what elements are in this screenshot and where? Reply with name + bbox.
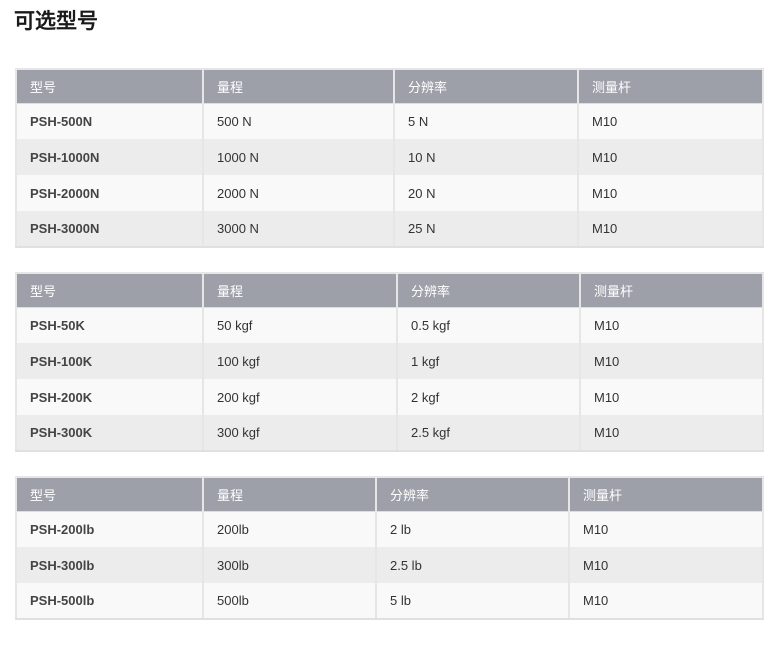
table-row: PSH-50K 50 kgf 0.5 kgf M10 xyxy=(15,307,764,343)
column-header: 测量杆 xyxy=(577,68,764,104)
spec-table-kgf: 型号 量程 分辨率 测量杆 PSH-50K 50 kgf 0.5 kgf M10 PSH-100… xyxy=(15,272,764,452)
table-row: PSH-200K 200 kgf 2 kgf M10 xyxy=(15,379,764,415)
column-header: 量程 xyxy=(202,68,395,104)
model-cell: PSH-300lb xyxy=(15,547,204,583)
table-cell: 2 lb xyxy=(375,511,570,547)
table-row: PSH-500N 500 N5 N M10 xyxy=(15,103,764,139)
column-header: 量程 xyxy=(202,476,377,512)
column-header: 测量杆 xyxy=(579,272,764,308)
model-cell: PSH-100K xyxy=(15,343,204,379)
table-cell: 300lb xyxy=(202,547,377,583)
model-cell: PSH-200lb xyxy=(15,511,204,547)
column-header: 型号 xyxy=(15,68,204,104)
model-cell: PSH-500lb xyxy=(15,583,204,620)
table-cell: 200 kgf xyxy=(202,379,398,415)
table-cell: 5 N xyxy=(393,103,579,139)
table-cell: M10 xyxy=(577,103,764,139)
model-cell: PSH-300K xyxy=(15,415,204,452)
model-cell: PSH-500N xyxy=(15,103,204,139)
column-header: 型号 xyxy=(15,476,204,512)
table-cell: M10 xyxy=(577,211,764,248)
table-row: PSH-300K 300 kgf 2.5 kgf M10 xyxy=(15,415,764,452)
table-cell: M10 xyxy=(579,379,764,415)
table-cell: 2.5 kgf xyxy=(396,415,581,452)
model-cell: PSH-2000N xyxy=(15,175,204,211)
table-row: PSH-300lb 300lb 2.5 lb M10 xyxy=(15,547,764,583)
table-cell: 500 N xyxy=(202,103,395,139)
table-cell: M10 xyxy=(579,307,764,343)
table-cell: M10 xyxy=(568,511,764,547)
table-cell: M10 xyxy=(568,547,764,583)
table-cell: M10 xyxy=(577,139,764,175)
table-cell: 10 N xyxy=(393,139,579,175)
table-cell: 5 lb xyxy=(375,583,570,620)
table-cell: 300 kgf xyxy=(202,415,398,452)
table-cell: 2.5 lb xyxy=(375,547,570,583)
table-cell: 1000 N xyxy=(202,139,395,175)
table-cell: M10 xyxy=(579,415,764,452)
table-cell: 25 N xyxy=(393,211,579,248)
table-row: PSH-200lb 200lb 2 lb M10 xyxy=(15,511,764,547)
table-cell: 500lb xyxy=(202,583,377,620)
table-row: PSH-100K 100 kgf 1 kgf M10 xyxy=(15,343,764,379)
table-cell: M10 xyxy=(579,343,764,379)
column-header: 分辨率 xyxy=(393,68,579,104)
column-header: 分辨率 xyxy=(396,272,581,308)
spec-table-newton: 型号 量程 分辨率 测量杆 PSH-500N 500 N5 N M10 PSH-1000N 10… xyxy=(15,68,764,248)
table-cell: 200lb xyxy=(202,511,377,547)
table-cell: 100 kgf xyxy=(202,343,398,379)
header-row: 型号 量程 分辨率 测量杆 xyxy=(15,272,764,308)
table-cell: 3000 N xyxy=(202,211,395,248)
table-cell: M10 xyxy=(577,175,764,211)
column-header: 量程 xyxy=(202,272,398,308)
model-cell: PSH-200K xyxy=(15,379,204,415)
table-cell: 50 kgf xyxy=(202,307,398,343)
header-row: 型号 量程 分辨率 测量杆 xyxy=(15,476,764,512)
model-cell: PSH-3000N xyxy=(15,211,204,248)
table-cell: 2000 N xyxy=(202,175,395,211)
spec-table-lb: 型号 量程 分辨率 测量杆 PSH-200lb 200lb 2 lb M10 PSH-300lb… xyxy=(15,476,764,620)
model-cell: PSH-1000N xyxy=(15,139,204,175)
table-cell: 2 kgf xyxy=(396,379,581,415)
page-title: 可选型号 xyxy=(14,10,98,33)
table-row: PSH-2000N 2000 N 20 N M10 xyxy=(15,175,764,211)
table-row: PSH-500lb 500lb 5 lb M10 xyxy=(15,583,764,620)
header-row: 型号 量程 分辨率 测量杆 xyxy=(15,68,764,104)
model-cell: PSH-50K xyxy=(15,307,204,343)
column-header: 测量杆 xyxy=(568,476,764,512)
table-row: PSH-1000N 1000 N 10 N M10 xyxy=(15,139,764,175)
page: 可选型号 型号 量程 分辨率 测量杆 PSH-500N 500 N5 N M10 PSH-10… xyxy=(0,0,774,645)
table-cell: 1 kgf xyxy=(396,343,581,379)
column-header: 型号 xyxy=(15,272,204,308)
table-cell: M10 xyxy=(568,583,764,620)
table-row: PSH-3000N 3000 N 25 N M10 xyxy=(15,211,764,248)
table-cell: 0.5 kgf xyxy=(396,307,581,343)
table-cell: 20 N xyxy=(393,175,579,211)
column-header: 分辨率 xyxy=(375,476,570,512)
